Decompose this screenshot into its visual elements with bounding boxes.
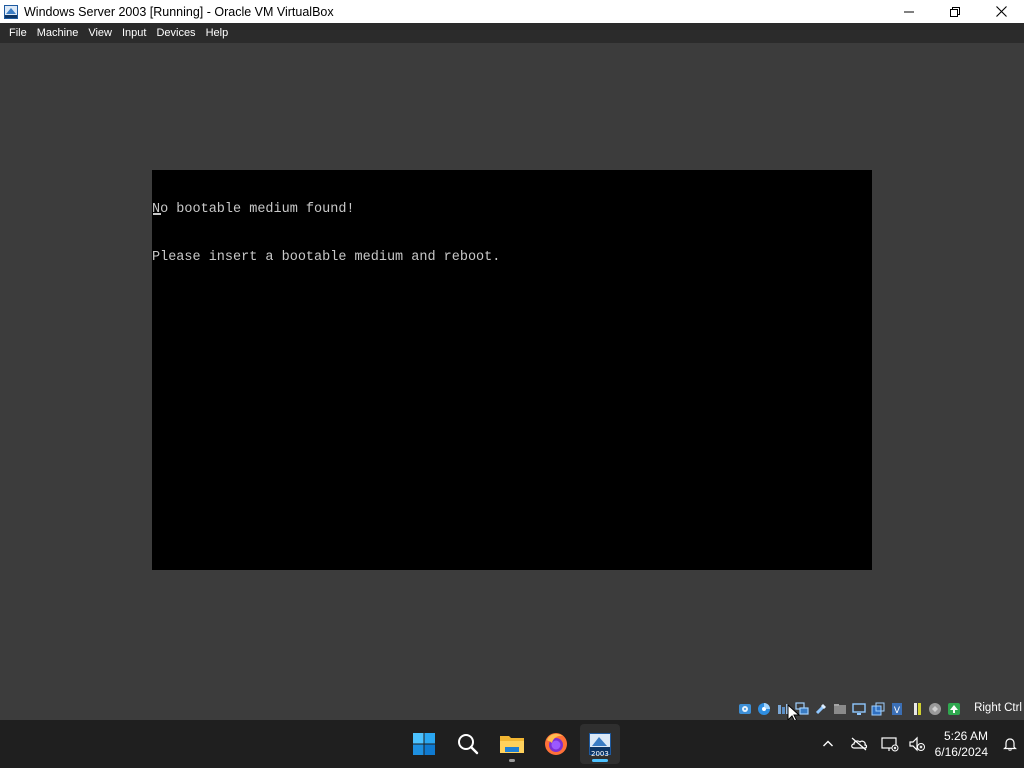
minimize-button[interactable] — [886, 0, 932, 23]
mouse-integration-icon[interactable] — [927, 701, 943, 717]
optical-drive-icon[interactable] — [756, 701, 772, 717]
firefox-icon — [545, 733, 567, 755]
maximize-button[interactable] — [932, 0, 978, 23]
virtualbox-vm-taskbar-button[interactable]: 2003 — [580, 724, 620, 764]
active-indicator — [592, 759, 608, 762]
display-icon[interactable] — [851, 701, 867, 717]
usb-icon[interactable] — [813, 701, 829, 717]
volume-muted-icon — [909, 736, 925, 752]
console-line: Please insert a bootable medium and rebo… — [152, 250, 501, 265]
menu-help[interactable]: Help — [201, 23, 234, 43]
windows-logo-icon — [413, 733, 435, 755]
window-controls — [886, 0, 1024, 23]
hard-disk-icon[interactable] — [737, 701, 753, 717]
vt-x-icon[interactable]: V — [889, 701, 905, 717]
running-indicator — [509, 759, 515, 762]
file-explorer-icon — [500, 736, 524, 753]
windows-taskbar: 2003 5:26 AM 6/16/2024 — [0, 720, 1024, 768]
virtualbox-vm-icon — [3, 4, 19, 20]
menu-file[interactable]: File — [4, 23, 32, 43]
volume-button[interactable] — [905, 720, 929, 768]
console-line: No bootable medium found! — [152, 202, 355, 217]
system-clock[interactable]: 5:26 AM 6/16/2024 — [929, 728, 996, 760]
svg-text:V: V — [894, 706, 901, 716]
network-status-button[interactable] — [875, 720, 905, 768]
chevron-up-icon — [822, 740, 833, 747]
menu-input[interactable]: Input — [117, 23, 151, 43]
cpu-icon[interactable] — [908, 701, 924, 717]
boot-console: No bootable medium found! Please insert … — [152, 170, 500, 298]
notifications-button[interactable] — [996, 720, 1024, 768]
close-icon — [995, 6, 1007, 17]
search-icon — [458, 734, 479, 755]
video-capture-icon[interactable] — [870, 701, 886, 717]
network-disconnected-icon — [881, 737, 899, 752]
start-button[interactable] — [404, 724, 444, 764]
menu-machine[interactable]: Machine — [32, 23, 84, 43]
menu-devices[interactable]: Devices — [151, 23, 200, 43]
menu-view[interactable]: View — [83, 23, 117, 43]
clock-date: 6/16/2024 — [934, 745, 988, 759]
restore-icon — [950, 6, 960, 17]
status-icons: V — [737, 701, 962, 717]
vm-status-bar: V Right Ctrl — [0, 698, 1024, 720]
system-tray: 5:26 AM 6/16/2024 — [813, 720, 1024, 768]
vm-badge-label: 2003 — [591, 750, 609, 758]
minimize-icon — [904, 11, 914, 12]
cloud-offline-icon — [850, 737, 867, 751]
keyboard-capture-icon[interactable] — [946, 701, 962, 717]
close-button[interactable] — [978, 0, 1024, 23]
text-cursor — [153, 213, 161, 215]
firefox-button[interactable] — [536, 724, 576, 764]
bell-icon — [1003, 738, 1017, 751]
title-bar[interactable]: Windows Server 2003 [Running] - Oracle V… — [0, 0, 1024, 23]
taskbar-apps: 2003 — [404, 724, 620, 764]
window-title: Windows Server 2003 [Running] - Oracle V… — [24, 4, 334, 19]
clock-time: 5:26 AM — [943, 729, 988, 743]
vm-display-area[interactable]: No bootable medium found! Please insert … — [0, 43, 1024, 698]
vm-screen[interactable]: No bootable medium found! Please insert … — [152, 170, 872, 570]
shared-folders-icon[interactable] — [832, 701, 848, 717]
search-button[interactable] — [448, 724, 488, 764]
host-key-label[interactable]: Right Ctrl — [974, 702, 1022, 714]
show-hidden-icons-button[interactable] — [813, 720, 843, 768]
file-explorer-button[interactable] — [492, 724, 532, 764]
onedrive-button[interactable] — [843, 720, 875, 768]
menu-bar: File Machine View Input Devices Help — [0, 23, 1024, 43]
